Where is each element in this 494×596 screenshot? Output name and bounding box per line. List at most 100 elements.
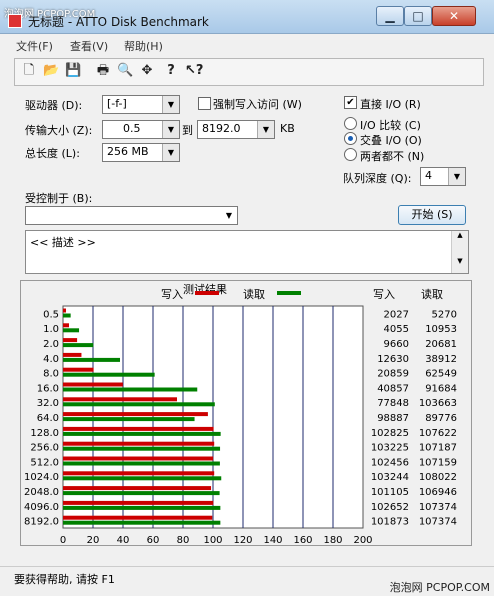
help-icon[interactable]: ? (163, 63, 179, 79)
queue-depth-select[interactable]: 4 ▼ (420, 167, 466, 186)
chevron-down-icon: ▼ (221, 207, 237, 224)
menu-file[interactable]: 文件(F) (16, 38, 53, 54)
bar-write (63, 397, 177, 402)
legend-write-label: 写入 (161, 288, 183, 301)
direct-io-checkbox[interactable]: ✔ (344, 96, 357, 109)
context-help-icon[interactable]: ↖? (185, 63, 203, 79)
minimize-button[interactable]: ▁ (376, 6, 404, 26)
bar-read (63, 387, 198, 392)
neither-radio[interactable] (344, 148, 357, 161)
drive-value: [-f-] (107, 97, 127, 110)
table-write-value: 77848 (377, 398, 409, 409)
drive-label: 驱动器 (D): (25, 99, 83, 112)
bar-write (63, 412, 208, 417)
y-tick-label: 1.0 (43, 324, 59, 335)
overlap-io-radio[interactable] (344, 132, 357, 145)
move-icon[interactable]: ✥ (139, 63, 155, 79)
chevron-down-icon: ▼ (448, 168, 465, 185)
chevron-down-icon: ▼ (162, 144, 179, 161)
x-tick-label: 100 (203, 535, 222, 545)
transfer-from-select[interactable]: 0.5 ▼ (102, 120, 180, 139)
table-read-value: 20681 (425, 339, 457, 350)
bar-read (63, 505, 221, 510)
scroll-down-icon: ▼ (457, 257, 463, 265)
menu-help[interactable]: 帮助(H) (124, 38, 163, 54)
force-write-label: 强制写入访问 (W) (213, 98, 302, 111)
bar-write (63, 426, 214, 431)
queue-depth-value: 4 (425, 169, 432, 182)
close-button[interactable]: ✕ (432, 6, 476, 26)
drive-select[interactable]: [-f-] ▼ (102, 95, 180, 114)
print-preview-icon[interactable]: 🔍 (117, 63, 133, 79)
x-tick-label: 200 (353, 535, 372, 545)
chevron-down-icon: ▼ (162, 96, 179, 113)
close-icon: ✕ (448, 9, 460, 23)
menu-view[interactable]: 查看(V) (70, 38, 108, 54)
description-scrollbar[interactable]: ▲ ▼ (451, 231, 468, 273)
y-tick-label: 256.0 (30, 443, 59, 454)
table-read-value: 108022 (419, 472, 457, 483)
y-tick-label: 2.0 (43, 339, 59, 350)
bar-read (63, 402, 215, 407)
watermark-bottom: 泡泡网 PCPOP.COM (389, 581, 490, 594)
legend-read-swatch (277, 291, 301, 295)
kb-label: KB (280, 122, 295, 135)
table-write-value: 20859 (377, 369, 409, 380)
status-text: 要获得帮助, 请按 F1 (14, 573, 115, 586)
transfer-to-select[interactable]: 8192.0 ▼ (197, 120, 275, 139)
bar-write (63, 500, 214, 505)
table-read-value: 106946 (419, 487, 457, 498)
y-tick-label: 64.0 (37, 413, 59, 424)
description-box[interactable]: << 描述 >> ▲ ▼ (25, 230, 469, 274)
io-compare-label: I/O 比较 (C) (360, 119, 421, 132)
y-tick-label: 4.0 (43, 354, 59, 365)
io-compare-radio[interactable] (344, 117, 357, 130)
maximize-icon: □ (412, 9, 424, 23)
bar-write (63, 323, 69, 328)
x-tick-label: 180 (323, 535, 342, 545)
save-icon[interactable]: 💾 (65, 63, 81, 79)
y-tick-label: 1024.0 (24, 472, 59, 483)
controlled-by-select[interactable]: ▼ (25, 206, 238, 225)
table-write-value: 98887 (377, 413, 409, 424)
table-write-value: 102825 (371, 428, 409, 439)
bar-write (63, 441, 215, 446)
x-tick-label: 20 (87, 535, 100, 545)
y-tick-label: 4096.0 (24, 502, 59, 513)
bar-read (63, 431, 221, 436)
y-tick-label: 512.0 (30, 457, 59, 468)
chevron-down-icon: ▼ (162, 121, 179, 138)
table-write-value: 103225 (371, 443, 409, 454)
bar-write (63, 515, 213, 520)
table-write-value: 101105 (371, 487, 409, 498)
table-read-value: 62549 (425, 369, 457, 380)
print-icon[interactable]: 🖶 (95, 63, 111, 79)
new-file-icon[interactable]: 🗋 (21, 63, 37, 79)
bar-write (63, 486, 212, 491)
start-button[interactable]: 开始 (S) (398, 205, 466, 225)
bar-read (63, 372, 155, 377)
table-write-value: 12630 (377, 354, 409, 365)
open-folder-icon[interactable]: 📂 (43, 63, 59, 79)
app-icon (8, 14, 22, 28)
bar-read (63, 461, 220, 466)
results-panel: 测试结果写入读取写入读取020406080100120140160180200传… (20, 280, 472, 546)
table-write-value: 2027 (384, 309, 409, 320)
table-write-value: 4055 (384, 324, 409, 335)
total-length-select[interactable]: 256 MB ▼ (102, 143, 180, 162)
bar-write (63, 456, 214, 461)
table-write-value: 40857 (377, 383, 409, 394)
description-text: << 描述 >> (30, 236, 96, 249)
total-length-label: 总长度 (L): (25, 147, 80, 160)
y-tick-label: 8192.0 (24, 517, 59, 528)
table-read-value: 107159 (419, 457, 457, 468)
force-write-checkbox[interactable] (198, 97, 211, 110)
table-read-value: 107374 (419, 517, 457, 528)
table-read-value: 107622 (419, 428, 457, 439)
maximize-button[interactable]: □ (404, 6, 432, 26)
bar-read (63, 328, 80, 333)
bar-read (63, 476, 222, 481)
table-write-value: 102652 (371, 502, 409, 513)
controlled-by-label: 受控制于 (B): (25, 192, 93, 205)
minimize-icon: ▁ (385, 9, 395, 23)
